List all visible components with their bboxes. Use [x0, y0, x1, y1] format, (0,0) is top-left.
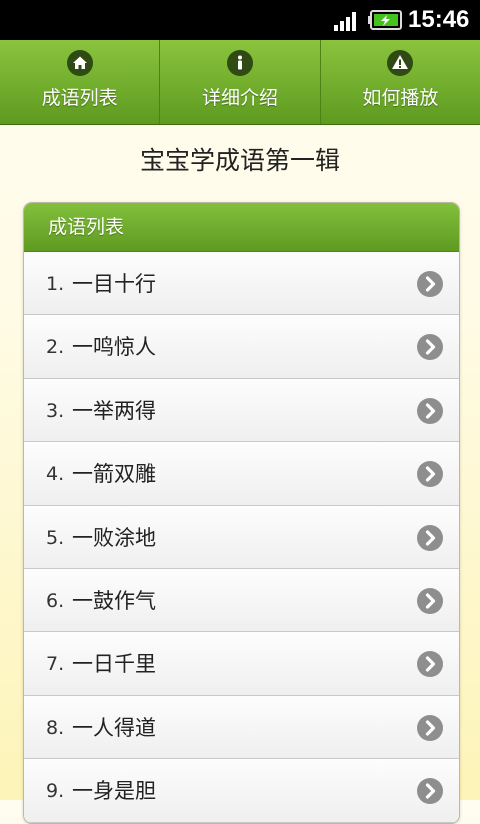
list-item[interactable]: 2. 一鸣惊人	[24, 315, 459, 379]
tab-details[interactable]: 详细介绍	[159, 40, 319, 124]
tab-bar: 成语列表 详细介绍 如何播放	[0, 40, 480, 125]
list-item[interactable]: 5. 一败涂地	[24, 505, 459, 569]
chevron-right-icon	[417, 271, 443, 297]
item-name: 一举两得	[72, 398, 156, 423]
warning-icon	[387, 50, 414, 76]
item-number: 8.	[46, 716, 65, 739]
item-name: 一鼓作气	[72, 588, 156, 613]
tab-how-to-play[interactable]: 如何播放	[319, 40, 480, 124]
item-name: 一目十行	[72, 272, 156, 296]
list-item[interactable]: 4. 一箭双雕	[24, 442, 459, 506]
item-name: 一身是胆	[72, 779, 156, 804]
item-number: 6.	[46, 589, 65, 612]
tab-idiom-list[interactable]: 成语列表	[0, 40, 159, 124]
list-item[interactable]: 8. 一人得道	[24, 695, 459, 760]
tab-label: 成语列表	[41, 87, 118, 109]
home-icon	[66, 50, 93, 76]
item-name: 一鸣惊人	[72, 335, 156, 360]
list-item[interactable]: 7. 一日千里	[24, 632, 459, 696]
battery-charging-icon	[368, 10, 402, 30]
status-bar: 15:46	[0, 0, 480, 40]
signal-icon	[334, 12, 356, 31]
chevron-right-icon	[417, 778, 443, 805]
list-header: 成语列表	[24, 203, 459, 252]
chevron-right-icon	[417, 461, 443, 488]
status-time: 15:46	[408, 6, 470, 33]
chevron-right-icon	[417, 524, 443, 551]
idiom-list-card: 成语列表 1. 一目十行 2. 一鸣惊人 3. 一举两得 4. 一箭双雕 5. …	[23, 202, 460, 824]
item-number: 2.	[46, 336, 65, 359]
item-number: 7.	[46, 653, 65, 676]
list-item[interactable]: 3. 一举两得	[24, 378, 459, 443]
chevron-right-icon	[417, 334, 443, 361]
item-number: 3.	[46, 399, 65, 422]
list-item[interactable]: 9. 一身是胆	[24, 759, 459, 823]
item-number: 4.	[46, 463, 65, 486]
item-name: 一日千里	[72, 652, 156, 677]
item-name: 一败涂地	[72, 525, 156, 550]
item-number: 5.	[46, 526, 65, 549]
idiom-list: 1. 一目十行 2. 一鸣惊人 3. 一举两得 4. 一箭双雕 5. 一败涂地 …	[24, 252, 459, 823]
info-icon	[226, 50, 253, 76]
page-title: 宝宝学成语第一辑	[139, 146, 340, 175]
item-name: 一箭双雕	[72, 462, 156, 487]
chevron-right-icon	[417, 651, 443, 678]
item-name: 一人得道	[72, 715, 156, 740]
chevron-right-icon	[417, 587, 443, 614]
tab-label: 如何播放	[362, 87, 439, 109]
list-item[interactable]: 6. 一鼓作气	[24, 568, 459, 633]
tab-label: 详细介绍	[201, 87, 278, 109]
list-item[interactable]: 1. 一目十行	[24, 252, 459, 316]
item-number: 1.	[46, 273, 65, 295]
chevron-right-icon	[417, 714, 443, 741]
chevron-right-icon	[417, 397, 443, 424]
